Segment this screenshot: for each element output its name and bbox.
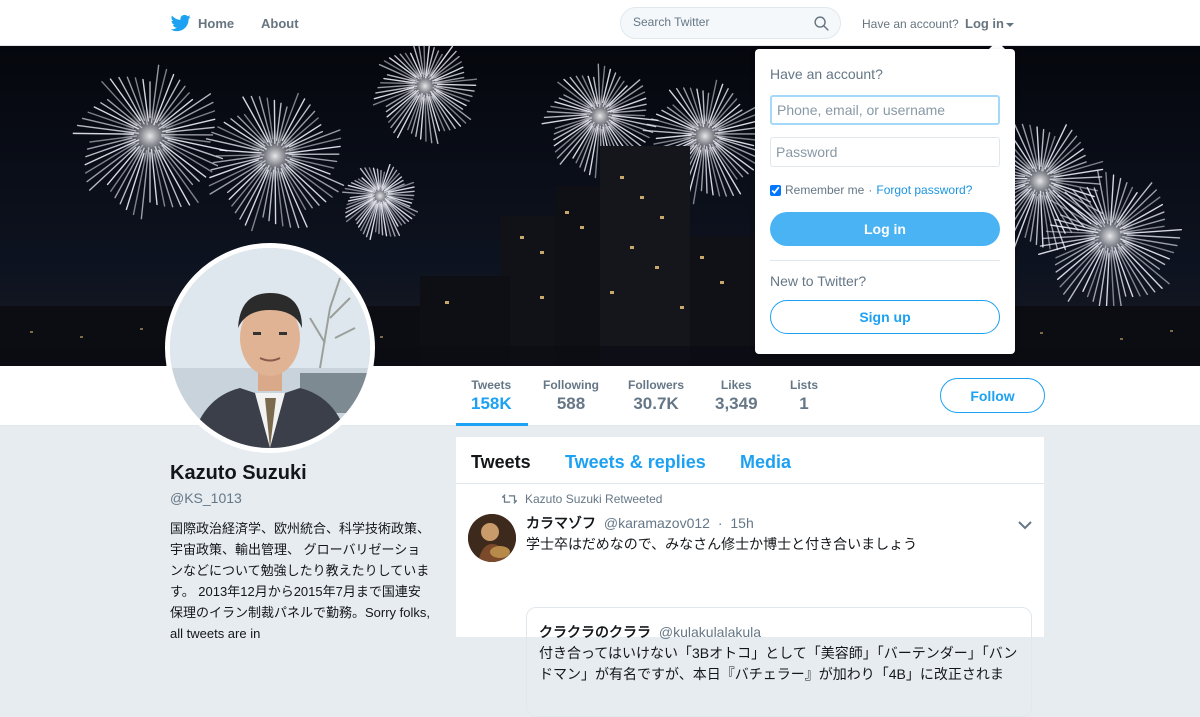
quoted-tweet-text: 付き合ってはいけない「3Bオトコ」として「美容師」「バーテンダー」「バンドマン」… <box>539 643 1025 685</box>
tweet-author-avatar[interactable] <box>468 514 516 562</box>
stat-followers[interactable]: Followers 30.7K <box>628 378 684 414</box>
profile-handle[interactable]: @KS_1013 <box>170 490 432 506</box>
timeline: Tweets Tweets & replies Media Kazuto Suz… <box>456 437 1044 637</box>
stat-label: Tweets <box>471 378 512 392</box>
quoted-tweet[interactable]: クラクラのクララ @kulakulalakula 付き合ってはいけない「3Bオト… <box>526 607 1032 717</box>
active-stat-indicator <box>456 423 528 426</box>
have-account-text: Have an account? <box>862 17 959 31</box>
stat-tweets[interactable]: Tweets 158K <box>471 378 512 414</box>
login-dropdown: Have an account? Remember me · Forgot pa… <box>755 49 1015 354</box>
retweet-context: Kazuto Suzuki Retweeted <box>502 492 662 506</box>
new-to-twitter-text: New to Twitter? <box>770 273 866 289</box>
tab-media[interactable]: Media <box>740 452 791 473</box>
remember-separator: · <box>868 183 872 197</box>
login-dropdown-toggle[interactable]: Log in <box>965 16 1014 31</box>
caret-down-icon <box>1006 23 1014 27</box>
search-input[interactable] <box>633 15 803 29</box>
stat-lists[interactable]: Lists 1 <box>790 378 818 414</box>
nav-home-label: Home <box>198 16 234 31</box>
login-button[interactable]: Log in <box>770 212 1000 246</box>
username-field[interactable] <box>770 95 1000 125</box>
tab-tweets-replies[interactable]: Tweets & replies <box>565 452 706 473</box>
login-link-label: Log in <box>965 16 1004 31</box>
dropdown-title: Have an account? <box>770 66 883 82</box>
chevron-down-icon <box>1018 520 1032 530</box>
stat-value: 30.7K <box>628 394 684 414</box>
stat-label: Followers <box>628 378 684 392</box>
signup-button[interactable]: Sign up <box>770 300 1000 334</box>
profile-card: Kazuto Suzuki @KS_1013 国際政治経済学、欧州統合、科学技術… <box>170 462 432 644</box>
profile-name[interactable]: Kazuto Suzuki <box>170 462 432 485</box>
dropdown-divider <box>770 260 1000 261</box>
tweet-time[interactable]: 15h <box>730 515 753 531</box>
stat-label: Lists <box>790 378 818 392</box>
retweet-icon <box>502 493 517 505</box>
stat-label: Likes <box>715 378 758 392</box>
stat-following[interactable]: Following 588 <box>543 378 599 414</box>
tweet-author-name[interactable]: カラマゾフ <box>526 515 596 531</box>
tab-tweets[interactable]: Tweets <box>471 452 531 473</box>
tweet-dot: · <box>718 515 723 531</box>
tweet-text: 学士卒はだめなので、みなさん修士か博士と付き合いましょう <box>526 534 917 554</box>
quoted-author-name: クラクラのクララ <box>539 624 651 640</box>
stat-value: 3,349 <box>715 394 758 414</box>
nav-about-link[interactable]: About <box>261 16 299 31</box>
retweet-label[interactable]: Kazuto Suzuki Retweeted <box>525 492 662 506</box>
nav-home-link[interactable]: Home <box>170 13 234 33</box>
remember-me-label[interactable]: Remember me <box>785 183 864 197</box>
profile-bio: 国際政治経済学、欧州統合、科学技術政策、宇宙政策、輸出管理、 グローバリゼーショ… <box>170 518 432 644</box>
remember-row: Remember me · Forgot password? <box>770 183 972 197</box>
follow-button[interactable]: Follow <box>940 378 1045 413</box>
stat-label: Following <box>543 378 599 392</box>
twitter-bird-icon <box>170 13 192 33</box>
tweet-menu-button[interactable] <box>1018 517 1032 535</box>
profile-avatar[interactable] <box>165 243 375 453</box>
stat-value: 1 <box>790 394 818 414</box>
password-field[interactable] <box>770 137 1000 167</box>
stat-likes[interactable]: Likes 3,349 <box>715 378 758 414</box>
top-navigation-bar: Home About Have an account? Log in <box>0 0 1200 46</box>
stat-value: 158K <box>471 394 512 414</box>
quoted-author-handle: @kulakulalakula <box>659 624 761 640</box>
quoted-tweet-header: クラクラのクララ @kulakulalakula <box>539 622 761 642</box>
timeline-tabs: Tweets Tweets & replies Media <box>456 437 1044 484</box>
forgot-password-link[interactable]: Forgot password? <box>876 183 972 197</box>
tweet-header: カラマゾフ @karamazov012 · 15h <box>526 513 754 533</box>
search-icon[interactable] <box>813 15 830 32</box>
tweet-author-handle[interactable]: @karamazov012 <box>604 515 710 531</box>
stat-value: 588 <box>543 394 599 414</box>
search-box[interactable] <box>620 7 841 39</box>
remember-me-checkbox[interactable] <box>770 185 781 196</box>
